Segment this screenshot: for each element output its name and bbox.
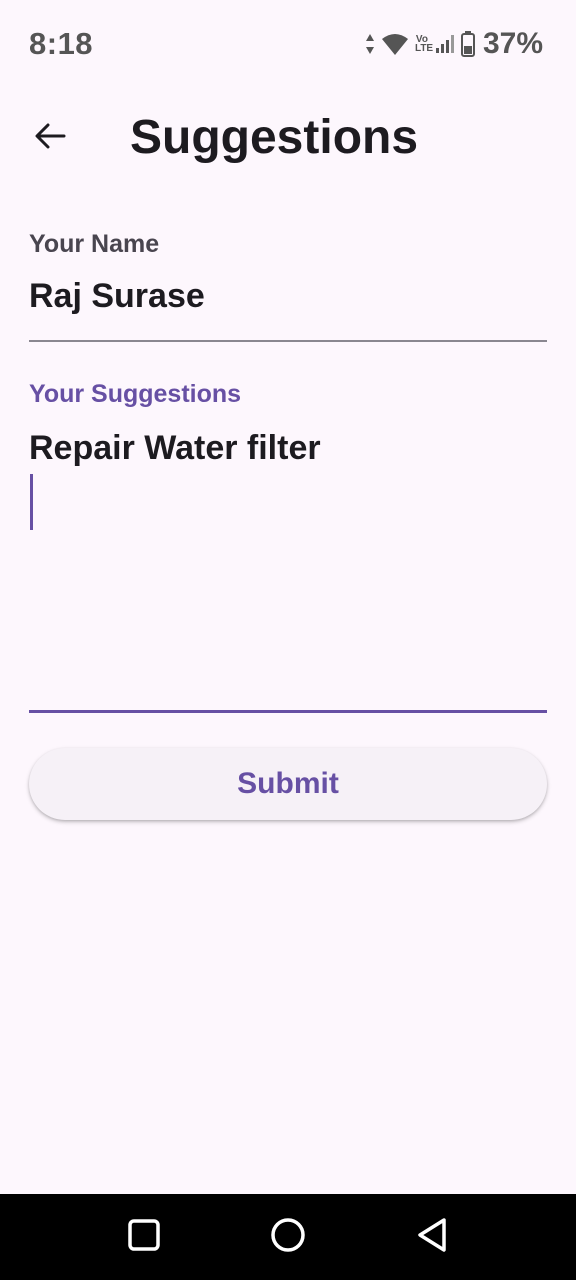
data-arrows-icon (365, 33, 375, 55)
status-time: 8:18 (29, 26, 94, 61)
text-cursor (30, 474, 33, 530)
home-button[interactable] (263, 1212, 313, 1262)
system-back-button[interactable] (407, 1212, 457, 1262)
signal-icon (435, 34, 455, 54)
back-triangle-icon (415, 1217, 449, 1258)
home-circle-icon (270, 1217, 306, 1258)
suggestions-field[interactable]: Your Suggestions Repair Water filter (29, 378, 547, 713)
status-bar: 8:18 Vo LTE 37% (0, 0, 576, 88)
wifi-icon (381, 32, 409, 56)
status-icons: Vo LTE 37% (365, 26, 543, 62)
name-field-label: Your Name (29, 230, 160, 258)
suggestions-field-value[interactable]: Repair Water filter (29, 428, 547, 468)
battery-icon (460, 31, 475, 57)
submit-button-label: Submit (237, 767, 339, 800)
recents-square-icon (127, 1218, 161, 1257)
name-field-value[interactable]: Raj Surase (29, 276, 547, 316)
back-button[interactable] (22, 110, 78, 166)
navigation-bar (0, 1194, 576, 1280)
app-bar: Suggestions (0, 96, 576, 180)
submit-button[interactable]: Submit (29, 748, 547, 820)
volte-icon: Vo LTE (414, 34, 434, 54)
battery-percent: 37% (482, 27, 543, 60)
name-field[interactable]: Your Name Raj Surase (29, 228, 547, 342)
page-title: Suggestions (130, 111, 419, 164)
suggestions-field-label: Your Suggestions (29, 380, 242, 408)
recents-button[interactable] (119, 1212, 169, 1262)
arrow-left-icon (34, 122, 66, 155)
